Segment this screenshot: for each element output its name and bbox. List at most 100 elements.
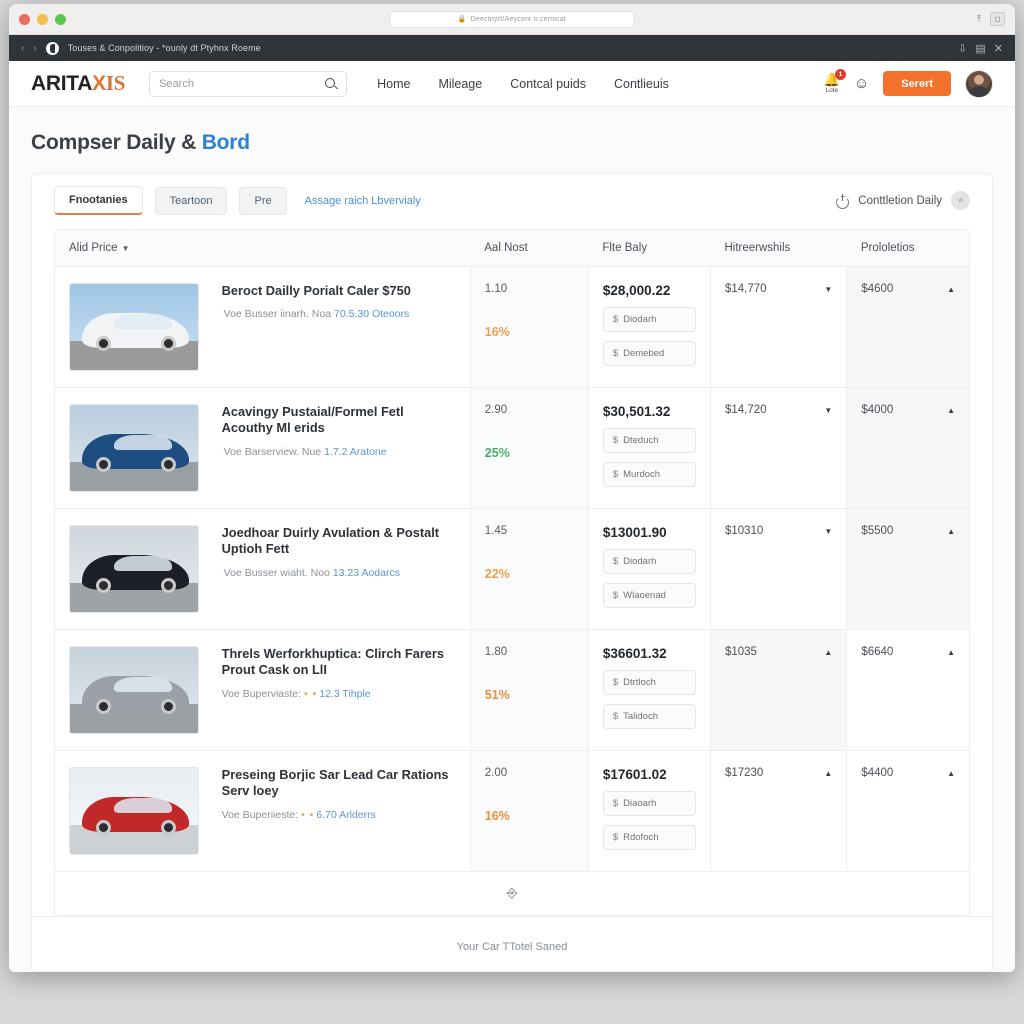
- table-row[interactable]: Joedhoar Duirly Avulation & Postalt Upti…: [55, 508, 969, 630]
- body-action-button-1[interactable]: $ Dteduch: [602, 428, 696, 453]
- nav-item-contlieuis[interactable]: Contlieuis: [614, 77, 669, 91]
- close-window-button[interactable]: [19, 13, 30, 25]
- share-icon[interactable]: ⤒: [977, 14, 981, 25]
- cost-percent: 16%: [484, 809, 510, 823]
- body-action-button-1[interactable]: $ Diaoarh: [602, 791, 696, 816]
- cost-value: 2.90: [484, 404, 508, 416]
- tab-pre[interactable]: Pre: [239, 186, 287, 215]
- hire-select[interactable]: $14,770 ▼: [725, 283, 832, 295]
- cell-thumbnail: [55, 266, 208, 388]
- car-subtitle-link[interactable]: 70.5.30 Oteoors: [334, 308, 409, 320]
- hire-select[interactable]: $1035 ▲: [725, 646, 832, 658]
- prob-select[interactable]: $4000 ▲: [861, 404, 955, 416]
- car-thumbnail-image[interactable]: [69, 283, 199, 371]
- nav-item-contcal[interactable]: Contcal puids: [510, 77, 586, 91]
- car-subtitle: Voe Barserview. Nue 1.7.2 Aratone: [222, 446, 456, 458]
- cell-cost: 2.90 25%: [469, 387, 589, 509]
- hire-select[interactable]: $14,720 ▼: [725, 404, 832, 416]
- primary-cta-button[interactable]: Serert: [883, 71, 951, 96]
- body-price: $28,000.22: [602, 283, 671, 298]
- user-account-icon[interactable]: ☺: [854, 76, 869, 91]
- forward-arrow-icon[interactable]: ›: [33, 43, 36, 54]
- car-subtitle-link[interactable]: 1.7.2 Aratone: [324, 446, 386, 458]
- col-header-hire[interactable]: Hitreerwshils: [710, 230, 847, 267]
- hire-select[interactable]: $10310 ▼: [725, 525, 832, 537]
- cell-body: $30,501.32 $ Dteduch $ Murdoch: [587, 387, 711, 509]
- hire-select[interactable]: $17230 ▲: [725, 767, 832, 779]
- chevron-up-icon[interactable]: ▲: [947, 769, 955, 778]
- chevron-down-icon[interactable]: ▼: [824, 527, 832, 536]
- advanced-search-link[interactable]: Assage raich Lbvervialy: [305, 195, 421, 207]
- body-action-button-2[interactable]: $ Wlaoenad: [602, 583, 696, 608]
- chevron-up-icon[interactable]: ▲: [947, 285, 955, 294]
- nav-item-home[interactable]: Home: [377, 77, 410, 91]
- car-name: Threls Werforkhuptica: Clirch Farers Pro…: [221, 646, 445, 678]
- chevron-down-icon[interactable]: ▼: [824, 285, 832, 294]
- body-action-button-2[interactable]: $ Rdofoch: [602, 825, 696, 850]
- logo-part-1: ARITA: [31, 72, 93, 95]
- chevron-up-icon[interactable]: ▲: [947, 406, 955, 415]
- prob-select[interactable]: $4600 ▲: [861, 283, 955, 295]
- col-header-price[interactable]: Alid Price ▼: [55, 230, 471, 267]
- address-bar-text: Deectnyrt/Aeyconr o.cernicat: [470, 15, 567, 23]
- search-box[interactable]: [149, 70, 348, 97]
- hire-value: $17230: [724, 767, 764, 779]
- car-thumbnail-image[interactable]: [69, 525, 199, 613]
- chevron-up-icon[interactable]: ▲: [824, 648, 832, 657]
- sort-caret-icon[interactable]: ▼: [122, 244, 130, 253]
- download-icon[interactable]: ⇩: [958, 42, 967, 55]
- body-action-button-1[interactable]: $ Diodarh: [602, 307, 696, 332]
- body-action-button-2[interactable]: $ Talidoch: [602, 704, 696, 729]
- table-row[interactable]: Acavingy Pustaial/Formel Fetl Acouthy Ml…: [55, 387, 969, 509]
- chevron-up-icon[interactable]: ▲: [947, 648, 955, 657]
- sidebar-icon[interactable]: ▤: [975, 42, 985, 55]
- browser-chrome-bar: 🔒 Deectnyrt/Aeyconr o.cernicat ⤒ ◻: [9, 4, 1015, 35]
- nav-item-mileage[interactable]: Mileage: [438, 77, 482, 91]
- search-icon[interactable]: [325, 77, 337, 90]
- search-input[interactable]: [159, 77, 326, 90]
- prob-select[interactable]: $5500 ▲: [861, 525, 955, 537]
- car-subtitle-link[interactable]: 6.70 Arlderrs: [316, 809, 376, 821]
- cost-percent: 22%: [484, 567, 510, 581]
- col-header-body[interactable]: Flte Baly: [588, 230, 711, 267]
- prob-select[interactable]: $6640 ▲: [861, 646, 955, 658]
- body-action-button-2[interactable]: $ Murdoch: [602, 462, 696, 487]
- load-more-row[interactable]: ⎆: [55, 871, 969, 915]
- minimize-window-button[interactable]: [37, 13, 48, 25]
- tab-fnootanies[interactable]: Fnootanies: [54, 186, 143, 215]
- prob-select[interactable]: $4400 ▲: [861, 767, 955, 779]
- table-row[interactable]: Preseing Borjic Sar Lead Car Rations Ser…: [55, 750, 969, 871]
- car-thumbnail-image[interactable]: [69, 404, 199, 492]
- main-navigation: Home Mileage Contcal puids Contlieuis: [377, 77, 669, 91]
- chevron-up-icon[interactable]: ▲: [947, 527, 955, 536]
- chevron-up-icon[interactable]: ▲: [824, 769, 832, 778]
- body-action-button-2[interactable]: $ Demebed: [602, 341, 696, 366]
- car-thumbnail-image[interactable]: [69, 767, 199, 855]
- dollar-icon: $: [612, 711, 619, 722]
- address-bar[interactable]: 🔒 Deectnyrt/Aeyconr o.cernicat: [389, 10, 635, 28]
- car-subtitle-link[interactable]: 12.3 Tihple: [319, 688, 370, 700]
- table-row[interactable]: Threls Werforkhuptica: Clirch Farers Pro…: [55, 629, 969, 751]
- toggle-badge[interactable]: w: [951, 191, 970, 210]
- body-action-button-1[interactable]: $ Diodarh: [602, 549, 696, 574]
- maximize-window-button[interactable]: [55, 13, 66, 25]
- body-action-button-1[interactable]: $ Dtrtloch: [602, 670, 696, 695]
- notifications-button[interactable]: 🔔 1 Lote: [824, 69, 846, 94]
- prob-value: $4000: [861, 404, 894, 416]
- car-thumbnail-image[interactable]: [69, 646, 199, 734]
- close-icon[interactable]: ✕: [994, 42, 1003, 55]
- site-logo[interactable]: ARITAXIS: [31, 71, 125, 96]
- tabs-icon[interactable]: ◻: [990, 12, 1005, 26]
- table-row[interactable]: Beroct Dailly Porialt Caler $750 Voe Bus…: [55, 266, 969, 388]
- tab-teartoon[interactable]: Teartoon: [154, 186, 228, 215]
- col-header-cost[interactable]: Aal Nost: [470, 230, 589, 267]
- rating-dots: • •: [301, 808, 315, 821]
- avatar[interactable]: [965, 69, 993, 98]
- chevron-down-icon[interactable]: ▼: [824, 406, 832, 415]
- back-arrow-icon[interactable]: ‹: [21, 43, 24, 54]
- header-actions: 🔔 1 Lote ☺ Serert: [824, 69, 993, 98]
- col-header-prob[interactable]: Prololetios: [846, 230, 969, 267]
- car-subtitle-link[interactable]: 13.23 Aodarcs: [333, 567, 400, 579]
- power-icon[interactable]: [836, 194, 849, 207]
- body-action-label-2: Talidoch: [623, 711, 658, 722]
